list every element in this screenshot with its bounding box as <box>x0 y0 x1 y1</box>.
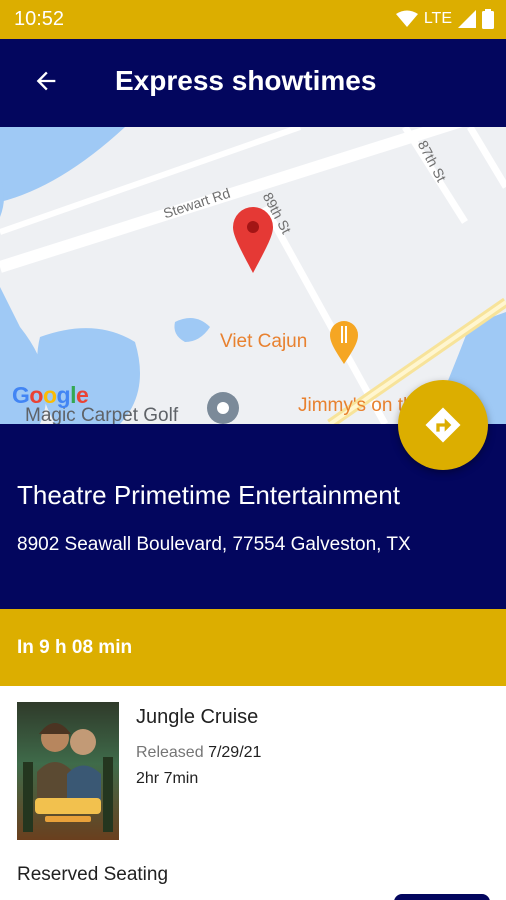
movie-poster[interactable] <box>17 702 119 840</box>
network-type-label: LTE <box>423 10 452 27</box>
status-time: 10:52 <box>14 8 65 30</box>
movie-runtime: 2hr 7min <box>136 770 199 787</box>
time-until-show: In 9 h 08 min <box>17 637 133 658</box>
movie-poster-image <box>17 702 119 840</box>
page-title: Express showtimes <box>115 65 377 96</box>
status-bar: 10:52 LTE <box>0 0 506 39</box>
map-view[interactable]: Stewart Rd 89th St 87th St Viet Cajun Ma… <box>0 127 506 424</box>
google-logo: Google <box>12 382 89 408</box>
back-button[interactable] <box>26 61 66 101</box>
directions-button[interactable] <box>398 380 488 470</box>
wifi-icon <box>395 10 418 27</box>
arrow-back-icon <box>36 71 56 91</box>
release-info: Released 7/29/21 <box>136 744 261 762</box>
seating-type: Reserved Seating <box>17 864 169 885</box>
directions-icon <box>425 407 461 443</box>
movie-card[interactable]: Jungle Cruise Released 7/29/21 2hr 7min … <box>0 686 506 900</box>
release-label: Released <box>136 744 204 761</box>
showtime-header: In 9 h 08 min <box>0 609 506 686</box>
showtime-button[interactable] <box>394 894 490 900</box>
battery-icon <box>482 9 494 29</box>
status-icons: LTE <box>395 8 494 30</box>
app-bar: Express showtimes <box>0 39 506 127</box>
theatre-address: 8902 Seawall Boulevard, 77554 Galveston,… <box>17 534 411 555</box>
map-poi-label[interactable]: Viet Cajun <box>220 331 307 353</box>
release-date: 7/29/21 <box>208 744 262 761</box>
theatre-name: Theatre Primetime Entertainment <box>17 480 400 510</box>
movie-title[interactable]: Jungle Cruise <box>136 706 258 729</box>
signal-icon <box>458 10 476 28</box>
